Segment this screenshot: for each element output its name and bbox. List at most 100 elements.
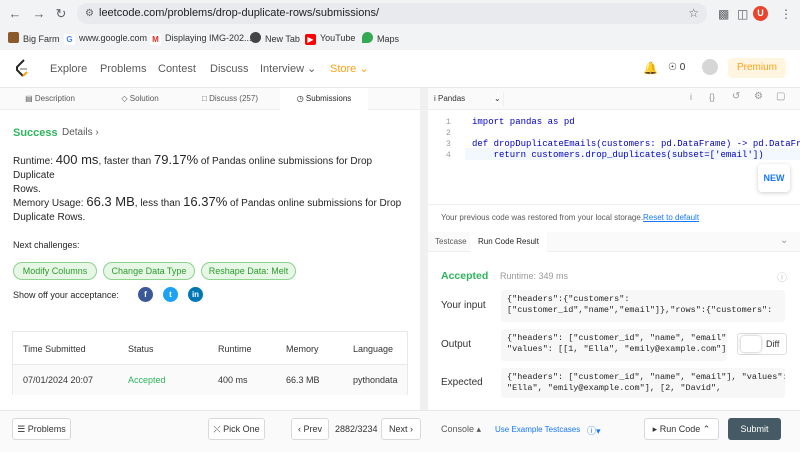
youtube-icon: ▶ — [305, 34, 316, 45]
linkedin-icon[interactable]: in — [188, 287, 203, 302]
tab-description[interactable]: ▤ Description — [0, 88, 100, 110]
chevron-left-icon: ‹ — [297, 424, 301, 434]
fire-streak[interactable]: ☉ 0 — [668, 62, 685, 73]
language-select[interactable]: i Pandas ⌄ — [434, 92, 504, 106]
submissions-table: Time Submitted Status Runtime Memory Lan… — [12, 331, 408, 395]
bookmark-gmail[interactable]: M Displaying IMG-202... — [150, 32, 252, 45]
divider — [428, 204, 800, 205]
table-header: Memory — [286, 344, 319, 354]
next-challenges-label: Next challenges: — [13, 240, 80, 250]
site-navbar: Explore Problems Contest Discuss Intervi… — [0, 50, 800, 88]
code-line[interactable]: def dropDuplicateEmails(customers: pd.Da… — [472, 139, 800, 150]
user-avatar[interactable] — [702, 59, 718, 75]
console-tabs: Testcase Run Code Result ⌄ — [428, 232, 800, 252]
chevron-down-icon[interactable]: ⌄ — [780, 235, 788, 246]
big-farm-icon — [8, 32, 19, 43]
profile-avatar[interactable]: U — [753, 6, 768, 21]
nav-interview[interactable]: Interview ⌄ — [260, 63, 316, 76]
nav-store[interactable]: Store ⌄ — [330, 63, 369, 76]
problem-tabs: ▤ Description ◇ Solution □ Discuss (257)… — [0, 88, 420, 110]
leetcode-logo-icon[interactable] — [14, 59, 30, 77]
fire-icon: ☉ — [668, 62, 677, 73]
challenge-reshape-data-melt[interactable]: Reshape Data: Melt — [201, 262, 296, 280]
table-header: Language — [353, 344, 394, 354]
challenge-change-data-type[interactable]: Change Data Type — [103, 262, 195, 280]
clock-icon: ◷ — [296, 94, 304, 103]
diff-toggle[interactable]: Diff — [737, 333, 787, 355]
caret-up-icon: ⌃ — [702, 424, 711, 434]
chevron-right-icon: › — [95, 127, 99, 138]
run-code-button[interactable]: ▸ Run Code ⌃ — [644, 418, 719, 440]
info-icon: i — [434, 94, 436, 103]
google-icon: G — [64, 34, 75, 45]
new-badge[interactable]: NEW — [758, 164, 790, 192]
pane-splitter[interactable] — [420, 88, 428, 410]
table-header: Time Submitted — [23, 344, 86, 354]
runtime-stats: Runtime: 400 ms, faster than 79.17% of P… — [13, 152, 373, 196]
bookmark-youtube[interactable]: ▶ YouTube — [305, 32, 355, 45]
details-link[interactable]: Details › — [62, 126, 99, 140]
expected-label: Expected — [441, 377, 483, 388]
settings-icon[interactable]: ⚙ — [754, 91, 763, 102]
input-box[interactable]: {"headers":{"customers": ["customer_id",… — [501, 290, 785, 322]
info-icon[interactable]: i — [690, 92, 692, 102]
result-status: Success — [13, 127, 58, 139]
nav-problems[interactable]: Problems — [100, 63, 146, 76]
expected-box[interactable]: {"headers": ["customer_id", "name", "ema… — [501, 368, 785, 398]
next-button[interactable]: Next › — [381, 418, 421, 440]
run-runtime: Runtime: 349 ms — [500, 271, 569, 281]
tab-discuss[interactable]: □ Discuss (257) — [180, 88, 280, 110]
code-line[interactable]: import pandas as pd — [472, 117, 575, 128]
bookmark-google[interactable]: Gwww.google.com — [64, 32, 147, 45]
play-icon: ▸ — [652, 424, 658, 434]
premium-button[interactable]: Premium — [728, 58, 786, 78]
fullscreen-icon[interactable]: ▢ — [776, 91, 785, 102]
caret-up-icon: ▴ — [476, 424, 482, 434]
facebook-icon[interactable]: f — [138, 287, 153, 302]
nav-discuss[interactable]: Discuss — [210, 63, 249, 76]
bell-icon[interactable]: 🔔 — [643, 61, 658, 75]
shuffle-icon: ⤬ — [213, 424, 221, 434]
bookmark-star-icon[interactable]: ☆ — [688, 3, 699, 24]
example-testcases-link[interactable]: Use Example Testcases — [495, 425, 580, 434]
browser-toolbar: ← → ↻ ⚙ leetcode.com/problems/drop-dupli… — [0, 0, 800, 27]
output-box[interactable]: {"headers": ["customer_id", "name", "ema… — [501, 329, 727, 361]
maps-pin-icon — [362, 32, 373, 43]
back-arrow-icon[interactable]: ← — [6, 5, 24, 23]
site-settings-icon[interactable]: ⚙ — [85, 3, 94, 24]
submit-button[interactable]: Submit — [728, 418, 781, 440]
line-number: 4 — [446, 151, 451, 160]
accepted-link[interactable]: Accepted — [128, 374, 166, 386]
tab-solution[interactable]: ◇ Solution — [100, 88, 180, 110]
nav-explore[interactable]: Explore — [50, 63, 87, 76]
code-line[interactable]: return customers.drop_duplicates(subset=… — [472, 150, 764, 161]
reset-icon[interactable]: ↺ — [732, 91, 740, 102]
sidebar-icon[interactable]: ◫ — [737, 5, 748, 23]
bookmark-big-farm[interactable]: Big Farm — [8, 32, 60, 45]
forward-arrow-icon[interactable]: → — [30, 5, 48, 23]
braces-icon[interactable]: {} — [709, 92, 715, 102]
input-label: Your input — [441, 300, 486, 311]
tab-submissions[interactable]: ◷ Submissions — [280, 88, 368, 110]
reset-default-link[interactable]: Reset to default — [643, 213, 699, 222]
nav-contest[interactable]: Contest — [158, 63, 196, 76]
pick-one-button[interactable]: ⤬ Pick One — [208, 418, 265, 440]
line-number: 1 — [446, 118, 451, 127]
table-header: Status — [128, 344, 154, 354]
help-icon[interactable]: ⓘ — [777, 269, 787, 284]
twitter-icon[interactable]: t — [163, 287, 178, 302]
table-row[interactable]: 07/01/2024 20:07 Accepted 400 ms 66.3 MB… — [13, 365, 407, 395]
menu-dots-icon[interactable]: ⋮ — [780, 5, 792, 23]
help-icon[interactable]: ⓘ▾ — [587, 424, 601, 437]
console-toggle[interactable]: Console ▴ — [441, 424, 481, 435]
tab-run-code-result[interactable]: Run Code Result — [470, 232, 547, 252]
challenge-modify-columns[interactable]: Modify Columns — [13, 262, 97, 280]
address-bar[interactable]: ⚙ leetcode.com/problems/drop-duplicate-r… — [77, 3, 707, 24]
prev-button[interactable]: ‹ Prev — [291, 418, 329, 440]
extensions-icon[interactable]: ▩ — [718, 5, 729, 23]
reload-icon[interactable]: ↻ — [52, 5, 70, 23]
bookmark-maps[interactable]: Maps — [362, 32, 399, 45]
bookmark-new-tab[interactable]: New Tab — [250, 32, 300, 45]
tab-testcase[interactable]: Testcase — [435, 237, 467, 246]
problems-button[interactable]: ☰ Problems — [12, 418, 71, 440]
